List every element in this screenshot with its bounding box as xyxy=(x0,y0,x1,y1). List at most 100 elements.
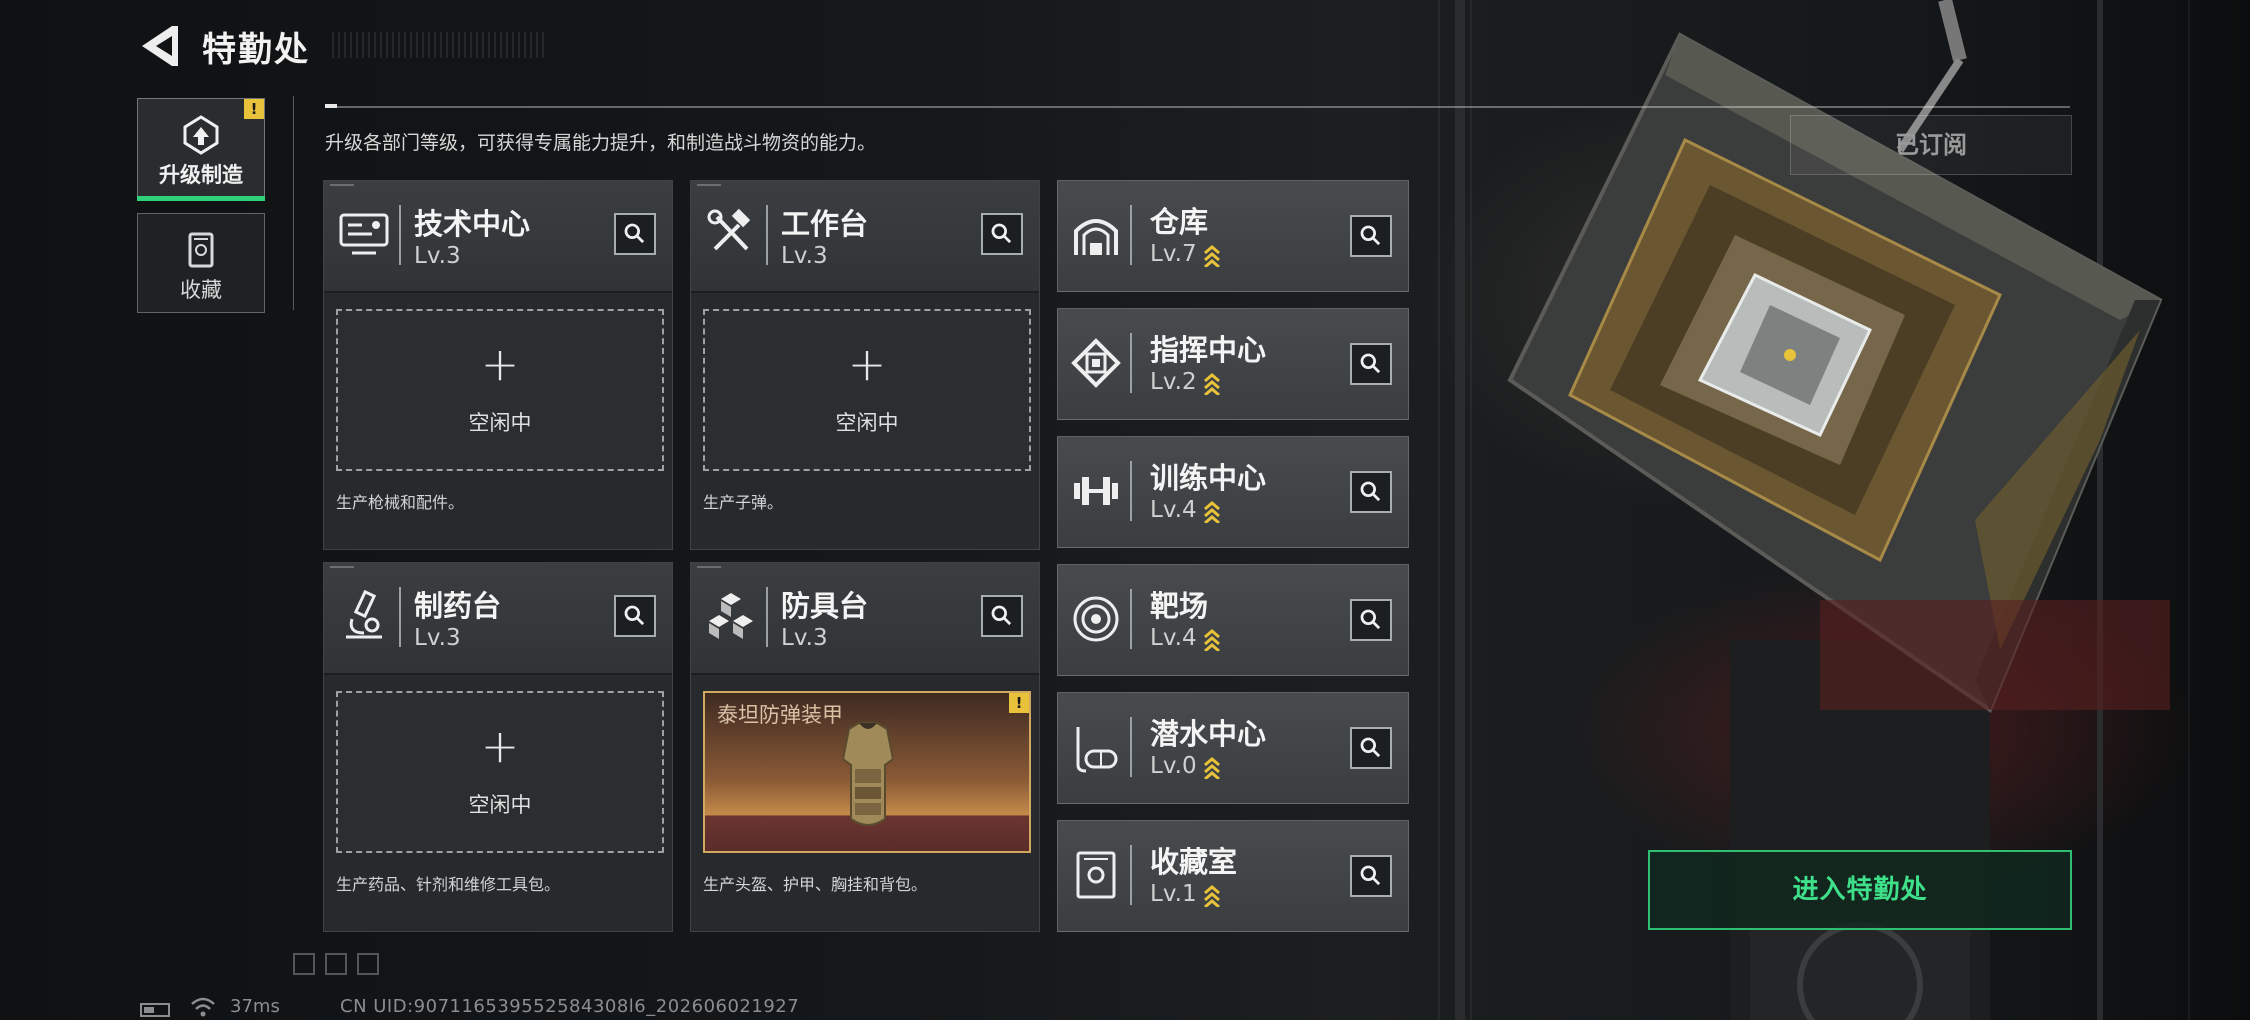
facility-card-diving-center[interactable]: 潜水中心 Lv.0 xyxy=(1057,692,1409,804)
body-armor-image xyxy=(841,722,895,826)
production-item-name: 泰坦防弹装甲 xyxy=(717,703,843,727)
alert-badge: ! xyxy=(244,99,264,119)
production-slot[interactable]: + 空闲中 xyxy=(336,309,664,471)
title-decoration xyxy=(332,32,547,58)
tab-upgrade-craft[interactable]: 升级制造 ! xyxy=(137,98,265,201)
level-up-chevron-icon xyxy=(1203,756,1220,779)
tab-collection[interactable]: 收藏 xyxy=(137,213,265,313)
warehouse-icon xyxy=(1074,219,1118,255)
decor-marks xyxy=(293,953,379,975)
search-button[interactable] xyxy=(1350,727,1392,769)
facility-description: 生产药品、针剂和维修工具包。 xyxy=(336,875,561,894)
facility-level-row: Lv.1 xyxy=(1150,881,1221,907)
production-slot-armor[interactable]: 泰坦防弹装甲 ! xyxy=(703,691,1031,853)
facility-name: 制药台 xyxy=(414,589,502,623)
card-header-mark xyxy=(330,566,354,568)
diving-mask-icon xyxy=(1076,727,1118,773)
facility-card-collection-room[interactable]: 收藏室 Lv.1 xyxy=(1057,820,1409,932)
tab-label: 升级制造 xyxy=(159,163,243,187)
facility-card-armor-bench: 防具台 Lv.3 泰坦防弹装甲 ! 生产头盔、护甲、胸挂和背包。 xyxy=(690,562,1040,932)
facility-name: 指挥中心 xyxy=(1150,333,1267,367)
card-header: 防具台 Lv.3 xyxy=(691,563,1039,675)
enter-special-ops-button[interactable]: 进入特勤处 xyxy=(1648,850,2072,930)
search-button[interactable] xyxy=(981,213,1023,255)
facility-level: Lv.7 xyxy=(1150,241,1197,267)
facility-level-row: Lv.2 xyxy=(1150,369,1221,395)
facility-level-row: Lv.7 xyxy=(1150,241,1221,267)
facility-level: Lv.3 xyxy=(781,625,828,651)
facility-level-row: Lv.4 xyxy=(1150,497,1221,523)
card-header-divider xyxy=(1130,461,1132,521)
card-header-divider xyxy=(1130,333,1132,393)
facility-card-command-center[interactable]: 指挥中心 Lv.2 xyxy=(1057,308,1409,420)
cubes-icon xyxy=(709,593,753,639)
subscribed-button[interactable]: 已订阅 xyxy=(1790,115,2072,175)
facility-card-tech-center: 技术中心 Lv.3 + 空闲中 生产枪械和配件。 xyxy=(323,180,673,550)
user-uid: CN UID:907116539552584308l6_202606021927 xyxy=(340,996,800,1017)
header-divider-mark xyxy=(325,104,337,108)
battery-icon xyxy=(140,1003,170,1017)
card-header-divider xyxy=(766,587,768,647)
search-button[interactable] xyxy=(1350,215,1392,257)
search-button[interactable] xyxy=(1350,855,1392,897)
level-up-chevron-icon xyxy=(1203,884,1220,907)
target-icon xyxy=(1073,596,1119,642)
search-button[interactable] xyxy=(1350,599,1392,641)
facility-level: Lv.3 xyxy=(781,243,828,269)
ping-readout: 37ms xyxy=(230,996,280,1017)
wifi-icon xyxy=(191,997,215,1017)
search-button[interactable] xyxy=(614,595,656,637)
facility-name: 技术中心 xyxy=(414,207,531,241)
facility-level: Lv.2 xyxy=(1150,369,1197,395)
search-button[interactable] xyxy=(1350,343,1392,385)
plus-icon: + xyxy=(480,719,520,773)
card-header-divider xyxy=(1130,717,1132,777)
chip-icon xyxy=(1071,338,1121,388)
card-header-divider xyxy=(766,205,768,265)
facility-card-training-center[interactable]: 训练中心 Lv.4 xyxy=(1057,436,1409,548)
search-button[interactable] xyxy=(981,595,1023,637)
card-header-mark xyxy=(697,184,721,186)
facility-name: 潜水中心 xyxy=(1150,717,1267,751)
facility-level: Lv.3 xyxy=(414,625,461,651)
tools-icon xyxy=(707,208,751,251)
search-button[interactable] xyxy=(614,213,656,255)
dumbbell-icon xyxy=(1074,477,1118,505)
production-slot[interactable]: + 空闲中 xyxy=(336,691,664,853)
facility-level: Lv.3 xyxy=(414,243,461,269)
plus-icon: + xyxy=(847,337,887,391)
page-title: 特勤处 xyxy=(202,30,310,70)
facility-description: 生产子弹。 xyxy=(703,493,784,512)
card-header-mark xyxy=(697,566,721,568)
facility-card-shooting-range[interactable]: 靶场 Lv.4 xyxy=(1057,564,1409,676)
card-header-divider xyxy=(1130,205,1132,265)
upgrade-icon xyxy=(183,115,219,155)
facility-level: Lv.4 xyxy=(1150,497,1197,523)
level-up-chevron-icon xyxy=(1203,372,1220,395)
facility-description: 生产头盔、护甲、胸挂和背包。 xyxy=(703,875,928,894)
facility-name: 工作台 xyxy=(781,207,869,241)
tab-label: 收藏 xyxy=(180,278,222,302)
facility-name: 防具台 xyxy=(781,589,869,623)
facility-name: 仓库 xyxy=(1150,205,1209,239)
facility-level: Lv.1 xyxy=(1150,881,1197,907)
production-slot[interactable]: + 空闲中 xyxy=(703,309,1031,471)
facility-level-row: Lv.0 xyxy=(1150,753,1221,779)
search-button[interactable] xyxy=(1350,471,1392,513)
card-header-divider xyxy=(1130,845,1132,905)
facility-level: Lv.0 xyxy=(1150,753,1197,779)
back-button[interactable] xyxy=(138,24,180,68)
card-header: 制药台 Lv.3 xyxy=(324,563,672,675)
level-up-chevron-icon xyxy=(1203,628,1220,651)
microscope-icon xyxy=(346,589,382,639)
facility-name: 训练中心 xyxy=(1150,461,1267,495)
collection-icon xyxy=(188,232,214,268)
monitor-icon xyxy=(339,213,389,255)
slot-status: 空闲中 xyxy=(835,411,899,435)
header-divider xyxy=(325,106,2070,108)
plus-icon: + xyxy=(480,337,520,391)
facility-description: 生产枪械和配件。 xyxy=(336,493,465,512)
slot-status: 空闲中 xyxy=(468,411,532,435)
facility-card-warehouse[interactable]: 仓库 Lv.7 xyxy=(1057,180,1409,292)
card-header-divider xyxy=(399,587,401,647)
